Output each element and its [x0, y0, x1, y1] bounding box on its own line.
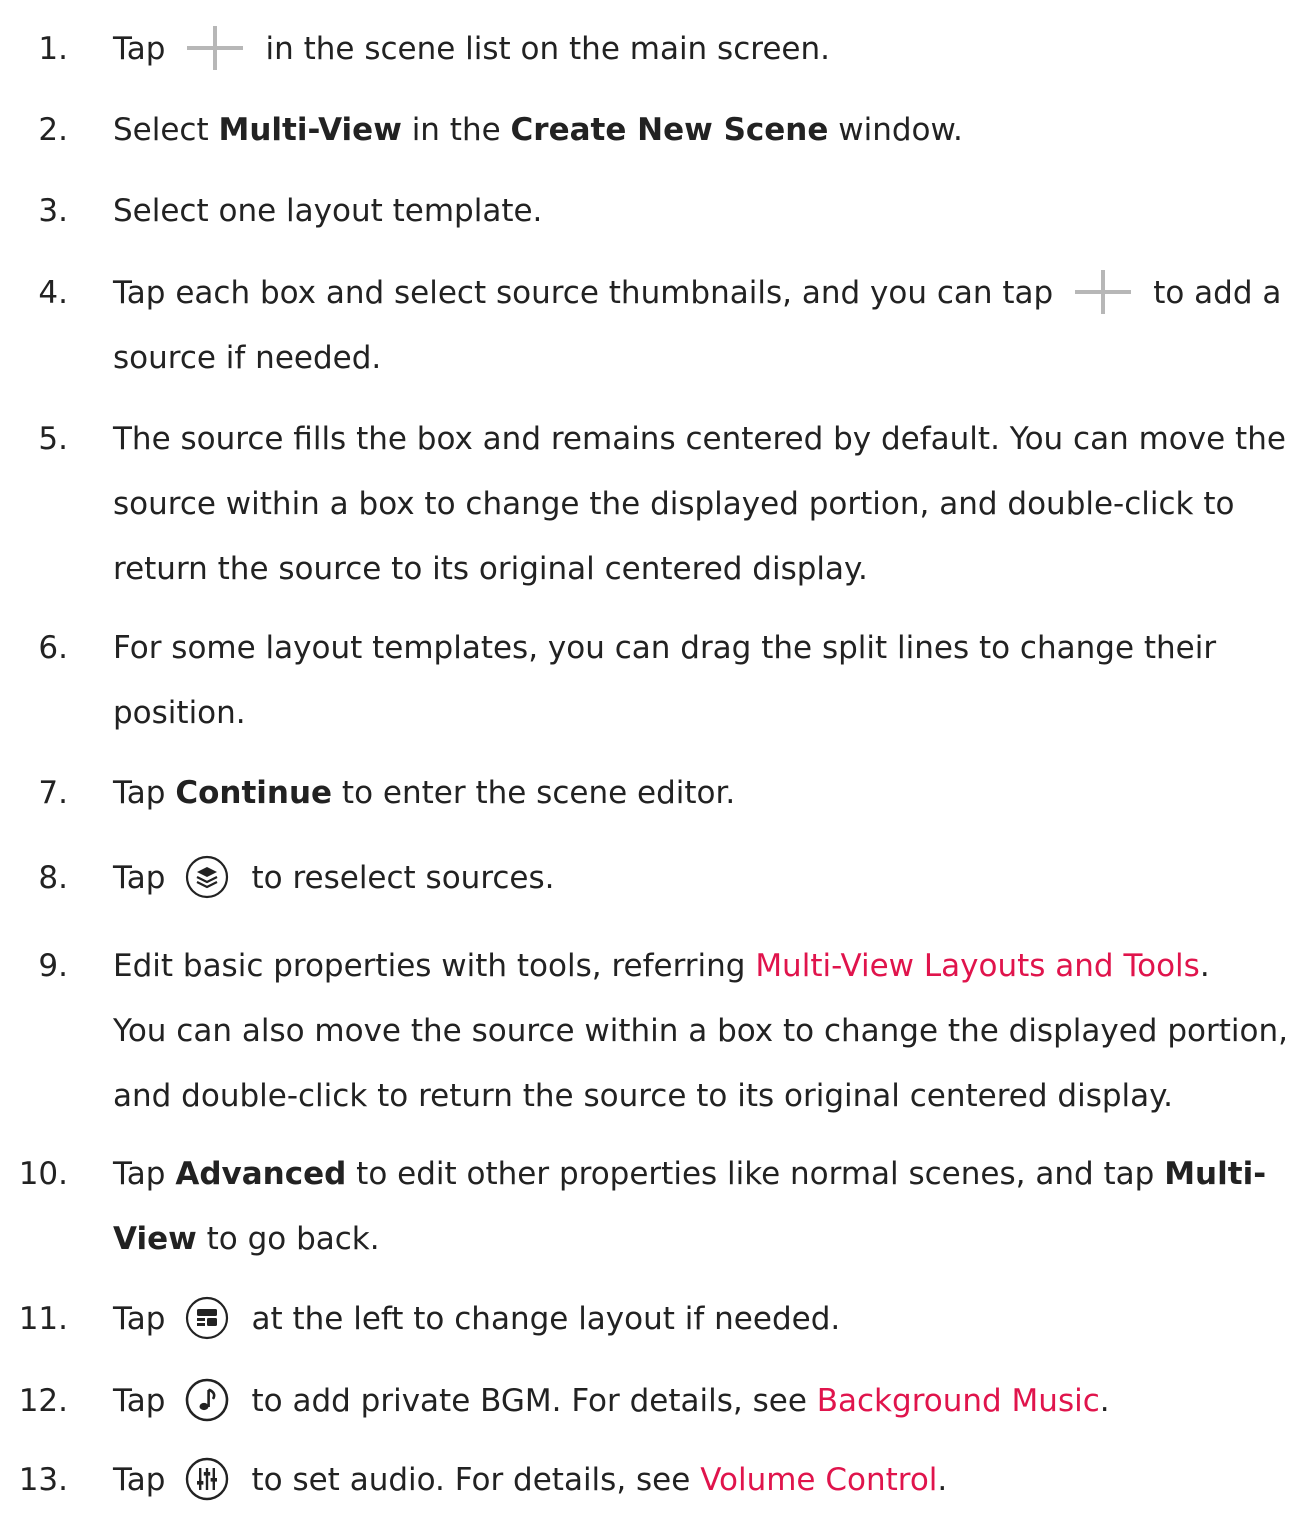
- step-number: 10.: [18, 1156, 68, 1192]
- layers-icon: [185, 855, 229, 899]
- step-text: Select: [113, 112, 219, 148]
- step-number: 4.: [38, 275, 68, 311]
- ui-term-create-new-scene: Create New Scene: [510, 112, 829, 148]
- step-number: 8.: [38, 860, 68, 896]
- link-volume-control[interactable]: Volume Control: [700, 1462, 937, 1498]
- step-text: .: [937, 1462, 948, 1498]
- step-text: return the source to its original center…: [113, 551, 868, 587]
- step-text: Edit basic properties with tools, referr…: [113, 948, 756, 984]
- step-text: Tap: [113, 1462, 166, 1498]
- step-text: and double-click to return the source to…: [113, 1078, 1173, 1114]
- link-multi-view-layouts-and-tools[interactable]: Multi-View Layouts and Tools: [755, 948, 1200, 984]
- step-number: 7.: [38, 775, 68, 811]
- step-number: 9.: [38, 948, 68, 984]
- step-text: Tap: [113, 1156, 176, 1192]
- ui-term-multi-view: Multi-: [1164, 1156, 1267, 1192]
- plus-icon: [187, 25, 244, 70]
- plus-icon: [1075, 269, 1132, 314]
- step-number: 13.: [18, 1462, 68, 1498]
- link-background-music[interactable]: Background Music: [817, 1383, 1100, 1419]
- step-text: .: [1199, 948, 1210, 984]
- step-number: 1.: [38, 31, 68, 67]
- step-text: in the: [401, 112, 511, 148]
- step-text: to edit other properties like normal sce…: [346, 1156, 1165, 1192]
- step-text: to enter the scene editor.: [332, 775, 736, 811]
- step-text: to add a: [1153, 275, 1282, 311]
- ui-term-continue: Continue: [175, 775, 333, 811]
- layout-icon: [185, 1296, 229, 1340]
- step-text: window.: [828, 112, 963, 148]
- step-text: source if needed.: [113, 340, 382, 376]
- step-text: source within a box to change the displa…: [113, 486, 1235, 522]
- step-text: Tap each box and select source thumbnail…: [113, 275, 1054, 311]
- step-text: You can also move the source within a bo…: [113, 1013, 1288, 1049]
- music-note-icon: [185, 1378, 229, 1422]
- step-text: in the scene list on the main screen.: [265, 31, 830, 67]
- ui-term-multi-view: Multi-View: [218, 112, 402, 148]
- ui-term-multi-view: View: [113, 1221, 197, 1257]
- step-text: Select one layout template.: [113, 193, 543, 229]
- step-text: position.: [113, 695, 246, 731]
- step-text: Tap: [113, 775, 176, 811]
- step-text: to go back.: [196, 1221, 380, 1257]
- step-text: Tap: [113, 31, 166, 67]
- step-number: 12.: [18, 1383, 68, 1419]
- step-number: 6.: [38, 630, 68, 666]
- step-text: at the left to change layout if needed.: [251, 1301, 841, 1337]
- step-number: 5.: [38, 421, 68, 457]
- step-text: Tap: [113, 860, 166, 896]
- step-text: Tap: [113, 1301, 166, 1337]
- ui-term-advanced: Advanced: [175, 1156, 347, 1192]
- document-page: { "steps": [ {"n": "1.", "a": "Tap", "b"…: [0, 0, 1315, 1504]
- step-number: 11.: [18, 1301, 68, 1337]
- step-text: The source fills the box and remains cen…: [113, 421, 1286, 457]
- step-text: Tap: [113, 1383, 166, 1419]
- step-text: to reselect sources.: [251, 860, 555, 896]
- step-text: For some layout templates, you can drag …: [113, 630, 1217, 666]
- audio-mixer-icon: [185, 1457, 229, 1501]
- step-number: 3.: [38, 193, 68, 229]
- step-text: to set audio. For details, see: [251, 1462, 701, 1498]
- step-text: .: [1099, 1383, 1110, 1419]
- step-number: 2.: [38, 112, 68, 148]
- step-text: to add private BGM. For details, see: [251, 1383, 817, 1419]
